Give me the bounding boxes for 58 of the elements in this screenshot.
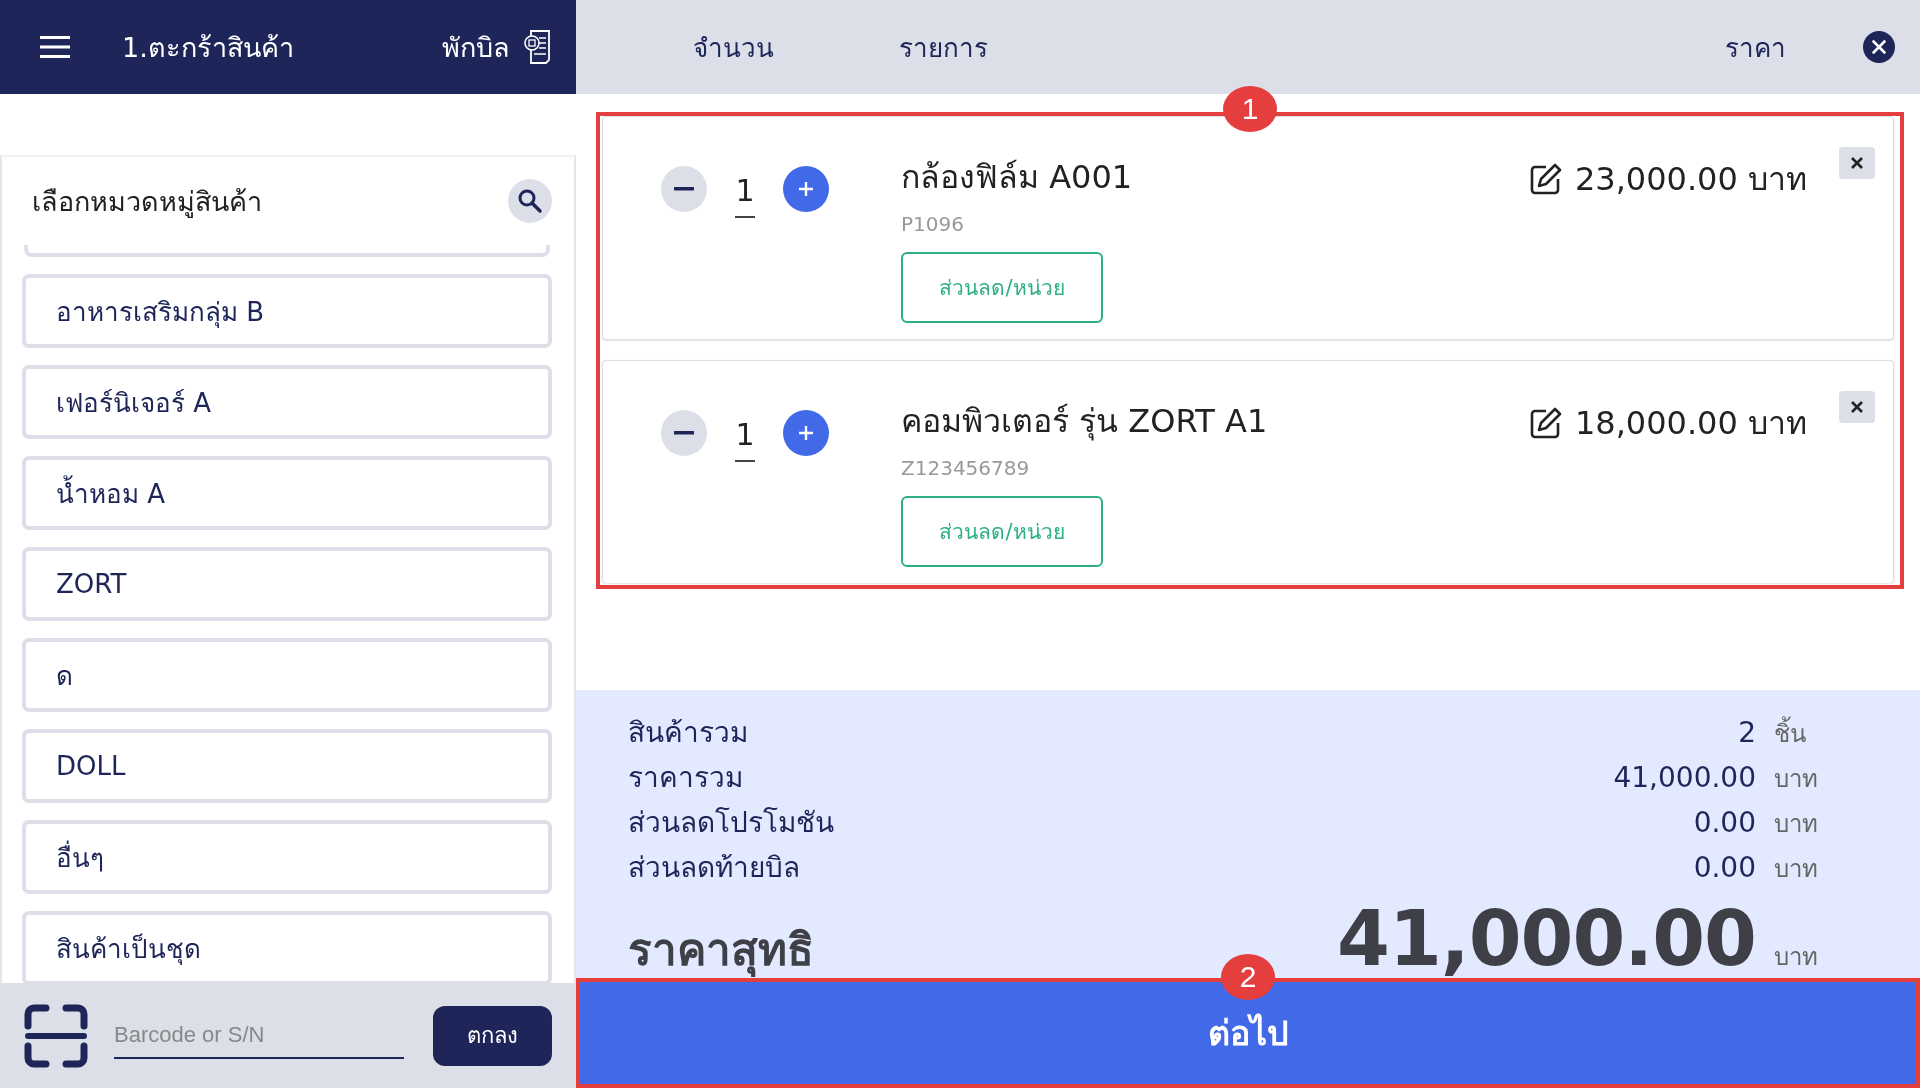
barcode-field[interactable]: Barcode or S/N — [114, 1012, 404, 1059]
summary-label: ส่วนลดโปรโมชัน — [628, 805, 835, 841]
search-button[interactable] — [508, 179, 552, 223]
close-icon[interactable] — [1850, 156, 1864, 170]
column-header: รายการ — [899, 31, 988, 65]
unit-label: บาท — [1774, 942, 1819, 973]
summary-value: 41,000.00 — [1613, 761, 1756, 794]
summary-label: ส่วนลดท้ายบิล — [628, 850, 801, 886]
plus-icon[interactable] — [798, 424, 814, 441]
minus-icon[interactable] — [674, 186, 694, 191]
net-price-label: ราคาสุทธิ — [628, 923, 814, 979]
hold-bill-link[interactable]: พักบิล — [442, 25, 510, 69]
decrease-button[interactable] — [661, 409, 707, 456]
category-item[interactable]: ZORT — [22, 547, 552, 621]
plus-icon[interactable] — [798, 180, 814, 197]
close-icon[interactable] — [1862, 30, 1896, 64]
net-price-value: 41,000.00 — [1337, 894, 1756, 983]
edit-icon[interactable] — [1528, 405, 1563, 440]
unit-label: บาท — [1774, 764, 1819, 795]
summary-label: ราคารวม — [628, 760, 744, 796]
item-price: 23,000.00 บาท — [1574, 159, 1807, 200]
product-name: คอมพิวเตอร์ รุ่น ZORT A1 — [901, 401, 1269, 443]
confirm-button[interactable]: ตกลง — [433, 1005, 552, 1066]
summary-label: สินค้ารวม — [628, 715, 749, 751]
summary-value: 2 — [1738, 716, 1756, 749]
unit-label: บาท — [1774, 809, 1819, 840]
summary-value: 0.00 — [1693, 806, 1756, 839]
category-item[interactable]: ด — [22, 638, 552, 712]
summary-value: 0.00 — [1693, 851, 1756, 884]
minus-icon[interactable] — [674, 430, 694, 435]
unit-label: ชิ้น — [1774, 714, 1840, 753]
item-price: 18,000.00 บาท — [1574, 403, 1807, 444]
search-icon[interactable] — [517, 188, 543, 214]
category-title: เลือกหมวดหมู่สินค้า — [32, 184, 262, 220]
increase-button[interactable] — [783, 409, 829, 456]
page-title: 1.ตะกร้าสินค้า — [122, 30, 295, 65]
remove-button[interactable] — [1839, 391, 1875, 423]
category-item[interactable]: สินค้าเป็นชุด — [22, 911, 552, 983]
product-code: Z123456789 — [901, 456, 1031, 480]
edit-icon[interactable] — [1528, 161, 1563, 196]
category-item[interactable]: เฟอร์นิเจอร์ A — [22, 365, 552, 439]
remove-button[interactable] — [1839, 147, 1875, 179]
column-header: จำนวน — [693, 31, 774, 65]
quantity-field[interactable]: 1 — [735, 417, 755, 462]
product-code: P1096 — [901, 212, 965, 236]
category-item[interactable]: อื่นๆ — [22, 820, 552, 894]
column-header: ราคา — [1725, 31, 1786, 65]
quantity-field[interactable]: 1 — [735, 173, 755, 218]
close-icon[interactable] — [1850, 400, 1864, 414]
menu-icon[interactable] — [40, 36, 70, 58]
decrease-button[interactable] — [661, 165, 707, 212]
category-item[interactable]: น้ำหอม A — [22, 456, 552, 530]
scan-icon[interactable] — [24, 1003, 88, 1068]
category-item[interactable]: DOLL — [22, 729, 552, 803]
unit-label: บาท — [1774, 854, 1819, 885]
category-item[interactable]: อาหารเสริมกลุ่ม B — [22, 274, 552, 348]
product-name: กล้องฟิล์ม A001 — [901, 157, 1134, 198]
increase-button[interactable] — [783, 165, 829, 212]
